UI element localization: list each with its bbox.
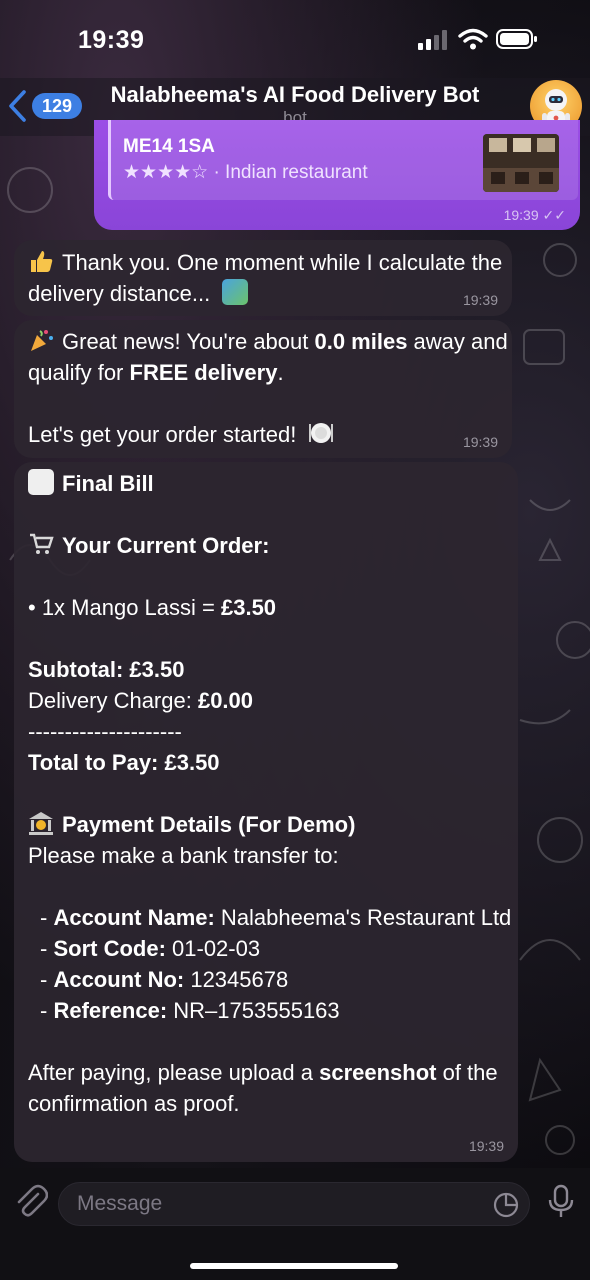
battery-icon [496,29,537,49]
total-to-pay: Total to Pay: £3.50 [28,750,220,775]
chevron-left-icon [9,90,26,122]
account-no-value: 12345678 [184,967,289,992]
reference-label: Reference: [53,998,168,1023]
map-icon [222,279,249,305]
sticker-icon[interactable] [493,1192,519,1218]
message-text: Great news! You're about [62,329,315,354]
party-popper-icon [28,327,54,353]
cellular-signal-icon [418,30,447,50]
message-text: . [277,360,284,385]
venue-postcode: ME14 1SA [123,136,215,157]
order-item: • 1x Mango Lassi = [28,595,221,620]
account-name-value: Nalabheema's Restaurant Ltd [214,905,512,930]
venue-rating: ★★★★☆ · Indian restaurant [123,161,368,184]
order-heading: Your Current Order: [62,533,270,558]
free-delivery-text: FREE delivery [129,360,278,385]
delivery-charge-value: £0.00 [197,688,254,713]
wifi-icon [458,28,488,50]
reference-value: NR–1753555163 [167,998,340,1023]
account-no-label: Account No: [53,967,185,992]
status-bar: 19:39 [0,0,590,78]
message-body: Great news! You're about 0.0 miles away … [28,326,512,450]
message-text: Let's get your order started! [28,422,297,447]
subtotal: Subtotal: £3.50 [28,657,185,682]
thumbs-up-icon [28,248,54,274]
chat-title[interactable]: Nalabheema's AI Food Delivery Bot [90,82,500,108]
incoming-message[interactable]: Great news! You're about 0.0 miles away … [14,320,512,458]
receipt-icon [28,469,54,495]
distance-value: 0.0 miles [314,329,408,354]
instruction-text: After paying, please upload a [28,1060,320,1085]
plate-icon [308,420,334,446]
restaurant-photo [483,134,559,192]
message-time: 19:39 [468,1138,504,1154]
message-body: Thank you. One moment while I calculate … [28,247,508,309]
message-time: 19:39 ✓✓ [504,207,566,224]
rating-stars: ★★★★☆ [123,162,209,183]
double-check-icon: ✓✓ [542,207,566,223]
home-indicator[interactable] [190,1263,398,1269]
payment-heading: Payment Details (For Demo) [62,812,356,837]
outgoing-message[interactable]: ME14 1SA ★★★★☆ · Indian restaurant 19:39… [94,120,580,230]
back-button[interactable]: 129 [8,88,88,124]
message-field[interactable] [58,1182,530,1226]
sort-code-value: 01-02-03 [165,936,261,961]
order-item-price: £3.50 [220,595,277,620]
unread-count-badge: 129 [32,93,83,119]
status-time: 19:39 [78,26,145,54]
message-body: Final Bill Your Current Order: • 1x Mang… [28,469,512,1116]
bill-title: Final Bill [62,471,154,496]
venue-card[interactable]: ME14 1SA ★★★★☆ · Indian restaurant [108,120,578,200]
delivery-charge-label: Delivery Charge: [28,688,198,713]
sort-code-label: Sort Code: [53,936,166,961]
venue-photo[interactable] [483,134,559,192]
microphone-icon[interactable] [546,1184,576,1220]
divider-line: --------------------- [28,719,182,744]
payment-intro: Please make a bank transfer to: [28,843,339,868]
message-text: Thank you. One moment while I calculate … [28,250,503,306]
incoming-message-bill[interactable]: Final Bill Your Current Order: • 1x Mang… [14,462,518,1162]
bank-icon [28,810,54,836]
message-time: 19:39 [462,292,498,308]
message-time: 19:39 [462,434,498,450]
venue-category: · Indian restaurant [213,162,368,183]
account-name-label: Account Name: [53,905,215,930]
screenshot-word: screenshot [319,1060,437,1085]
incoming-message[interactable]: Thank you. One moment while I calculate … [14,240,512,316]
shopping-cart-icon [28,531,54,557]
paperclip-icon[interactable] [14,1184,48,1220]
message-time-text: 19:39 [503,207,539,223]
message-input[interactable] [77,1183,477,1225]
